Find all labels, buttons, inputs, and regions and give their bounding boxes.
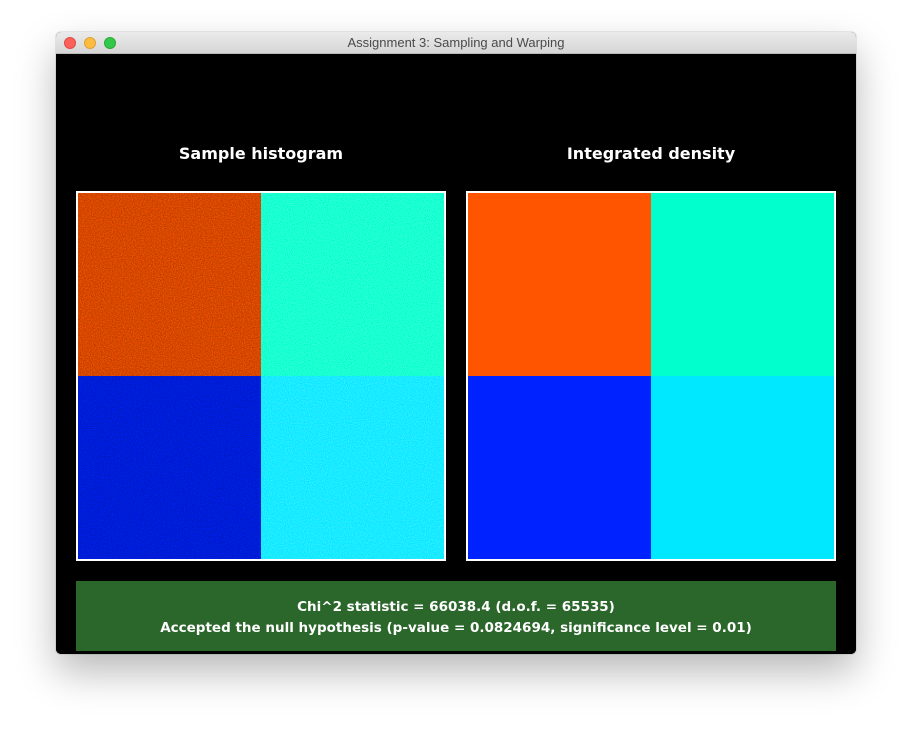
density-quadrant-top-left [468,193,651,376]
histogram-noise-bottom-left [78,376,261,559]
sample-histogram-title: Sample histogram [178,144,344,163]
window-title: Assignment 3: Sampling and Warping [347,35,565,50]
integrated-density-title: Integrated density [566,144,736,163]
density-quadrant-top-right [651,193,834,376]
density-quadrant-bottom-left [468,376,651,559]
histogram-noise-bottom-right [261,376,444,559]
sample-histogram-plot [76,191,446,561]
integrated-density-svg [468,193,834,559]
title-bar[interactable]: Assignment 3: Sampling and Warping [56,32,856,54]
hypothesis-result-text: Accepted the null hypothesis (p-value = … [160,620,752,636]
integrated-density-plot [466,191,836,561]
chi-squared-result-panel: Chi^2 statistic = 66038.4 (d.o.f. = 6553… [76,581,836,651]
density-quadrant-bottom-right [651,376,834,559]
chi-squared-statistic-text: Chi^2 statistic = 66038.4 (d.o.f. = 6553… [297,599,615,615]
sample-histogram-svg [78,193,444,559]
main-content: Sample histogram Integrated density Chi^… [56,54,856,654]
histogram-noise-top-right [261,193,444,376]
app-window: Assignment 3: Sampling and Warping Sampl… [56,32,856,654]
histogram-noise-top-left [78,193,261,376]
